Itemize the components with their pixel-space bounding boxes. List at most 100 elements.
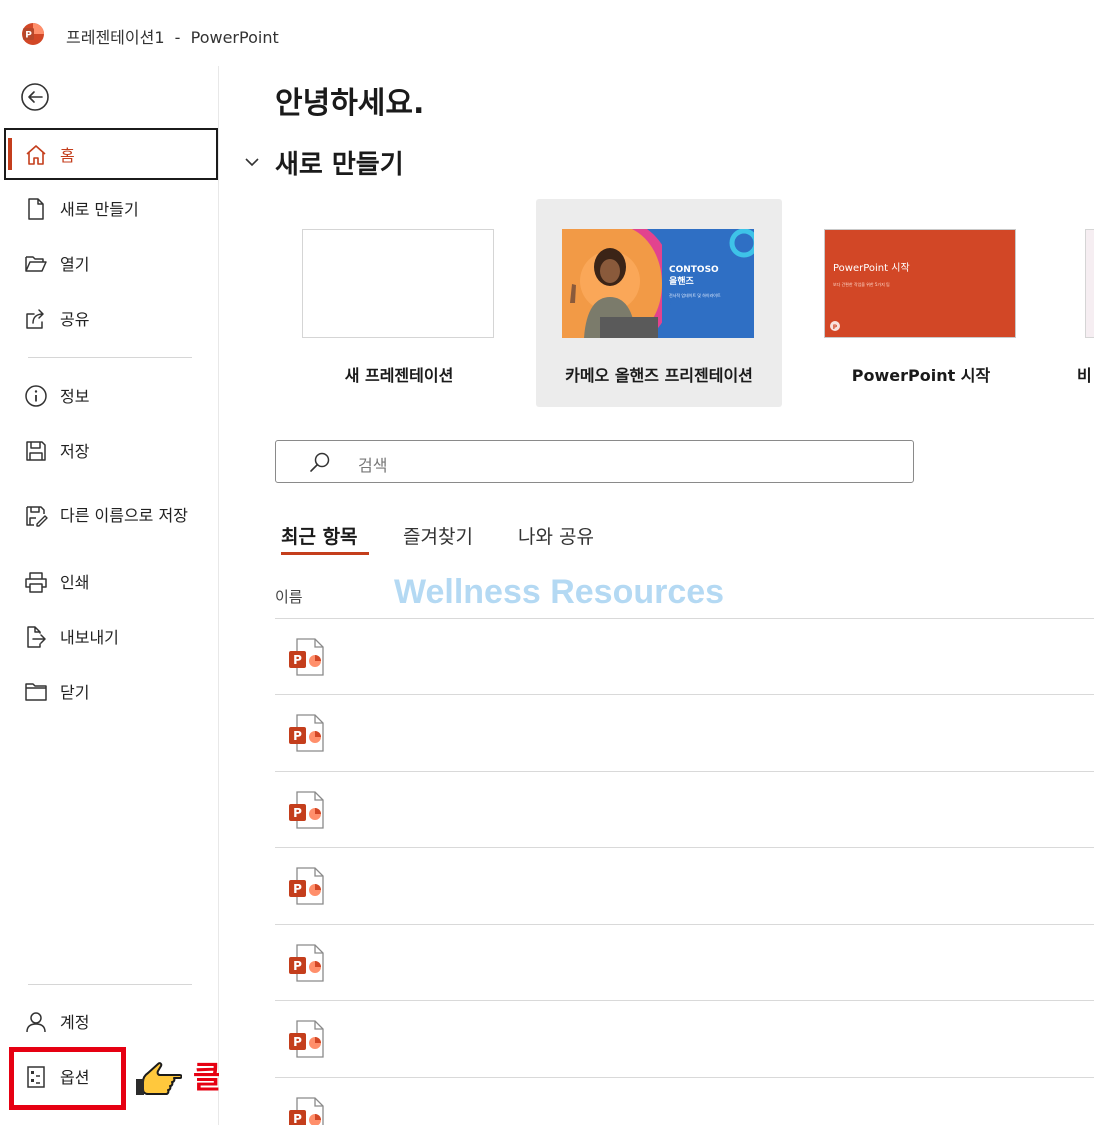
options-highlight-box bbox=[9, 1047, 126, 1110]
template-thumbnail: PowerPoint 시작 보다 간편한 작업을 위한 5가지 팁 P bbox=[824, 229, 1016, 338]
pptx-file-icon: P bbox=[289, 1097, 324, 1125]
thumb-subtitle: 전사적 업데이트 및 하이라이트 bbox=[669, 292, 721, 298]
table-row[interactable]: P bbox=[275, 618, 1094, 694]
tab-favorites[interactable]: 즐겨찾기 bbox=[403, 522, 473, 549]
template-caption: PowerPoint 시작 bbox=[851, 366, 991, 385]
info-icon bbox=[25, 385, 47, 407]
start-thumbnail-art: PowerPoint 시작 보다 간편한 작업을 위한 5가지 팁 P bbox=[830, 262, 910, 331]
column-header-name[interactable]: 이름 bbox=[275, 586, 303, 607]
sidebar-item-info[interactable]: 정보 bbox=[4, 369, 218, 421]
pptx-file-icon: P bbox=[289, 791, 324, 829]
pptx-file-icon: P bbox=[289, 944, 324, 982]
sidebar-item-share[interactable]: 공유 bbox=[4, 292, 218, 344]
table-row[interactable]: P bbox=[275, 1077, 1094, 1125]
search-placeholder: 검색 bbox=[358, 456, 388, 475]
sidebar-divider bbox=[28, 984, 192, 985]
page-title: 안녕하세요. bbox=[275, 86, 425, 121]
svg-text:P: P bbox=[293, 653, 302, 667]
home-icon bbox=[26, 145, 46, 165]
sidebar-item-account[interactable]: 계정 bbox=[4, 995, 218, 1047]
sidebar-item-label: 새로 만들기 bbox=[60, 200, 139, 219]
title-bar: P 프레젠테이션1 - PowerPoint bbox=[0, 0, 1094, 66]
svg-text:P: P bbox=[293, 1035, 302, 1049]
table-row[interactable]: P bbox=[275, 771, 1094, 847]
active-tab-underline bbox=[281, 552, 369, 555]
sidebar-item-label: 저장 bbox=[60, 442, 90, 461]
backstage-sidebar: 홈 새로 만들기 열기 공유 정보 저장 다른 이름으로 저장 인쇄 내보내기 … bbox=[0, 66, 219, 1125]
sidebar-item-new[interactable]: 새로 만들기 bbox=[4, 182, 218, 234]
watermark-text: Wellness Resources bbox=[394, 573, 725, 611]
table-row[interactable]: P bbox=[275, 694, 1094, 770]
save-icon bbox=[26, 441, 46, 461]
sidebar-item-save-as[interactable]: 다른 이름으로 저장 bbox=[4, 489, 218, 541]
svg-text:P: P bbox=[293, 882, 302, 896]
svg-text:P: P bbox=[293, 1112, 302, 1125]
sidebar-item-print[interactable]: 인쇄 bbox=[4, 555, 218, 607]
sidebar-item-label: 계정 bbox=[60, 1013, 90, 1032]
sidebar-item-label: 열기 bbox=[60, 255, 90, 274]
sidebar-item-label: 홈 bbox=[60, 146, 75, 165]
table-row[interactable]: P bbox=[275, 924, 1094, 1000]
template-caption: 새 프레젠테이션 bbox=[344, 366, 454, 385]
template-thumbnail bbox=[302, 229, 494, 338]
pptx-file-icon: P bbox=[289, 867, 324, 905]
contoso-thumbnail-art: CONTOSO 올핸즈 전사적 업데이트 및 하이라이트 bbox=[562, 229, 754, 338]
section-title-new: 새로 만들기 bbox=[275, 150, 404, 180]
svg-text:P: P bbox=[293, 959, 302, 973]
pptx-file-icon: P bbox=[289, 638, 324, 676]
back-arrow-icon[interactable] bbox=[20, 82, 50, 112]
close-folder-icon bbox=[25, 683, 47, 701]
new-file-icon bbox=[28, 198, 44, 220]
sidebar-item-label: 닫기 bbox=[60, 683, 90, 702]
person-icon bbox=[26, 1012, 46, 1033]
export-icon bbox=[27, 626, 46, 648]
search-icon bbox=[310, 452, 330, 472]
document-title: 프레젠테이션1 bbox=[66, 28, 165, 47]
svg-text:P: P bbox=[293, 729, 302, 743]
table-row[interactable]: P bbox=[275, 1000, 1094, 1076]
window-title: 프레젠테이션1 - PowerPoint bbox=[66, 24, 279, 48]
sidebar-item-close[interactable]: 닫기 bbox=[4, 665, 218, 717]
save-as-icon bbox=[26, 506, 48, 527]
template-contoso-allhands[interactable]: CONTOSO 올핸즈 전사적 업데이트 및 하이라이트 카메오 올핸즈 프리젠… bbox=[536, 199, 782, 407]
title-separator: - bbox=[164, 28, 191, 47]
pptx-file-icon: P bbox=[289, 1020, 324, 1058]
template-powerpoint-start[interactable]: PowerPoint 시작 보다 간편한 작업을 위한 5가지 팁 P Powe… bbox=[798, 199, 1044, 407]
sidebar-item-label: 공유 bbox=[60, 310, 90, 329]
pptx-file-icon: P bbox=[289, 714, 324, 752]
template-thumbnail bbox=[1085, 229, 1094, 338]
template-partial[interactable]: 비 bbox=[1075, 199, 1094, 407]
chevron-down-icon[interactable] bbox=[244, 154, 260, 170]
pointing-hand-icon bbox=[136, 1062, 182, 1095]
backstage-main: 안녕하세요. 새로 만들기 새 프레젠테이션 CONTOSO 올핸즈 전사적 업… bbox=[219, 66, 1094, 1125]
template-thumbnail: CONTOSO 올핸즈 전사적 업데이트 및 하이라이트 bbox=[562, 229, 754, 338]
thumb-subtitle: 보다 간편한 작업을 위한 5가지 팁 bbox=[833, 281, 890, 287]
app-name: PowerPoint bbox=[190, 28, 279, 47]
sidebar-item-home[interactable]: 홈 bbox=[4, 128, 218, 180]
sidebar-item-label: 정보 bbox=[60, 387, 90, 406]
svg-text:P: P bbox=[293, 806, 302, 820]
template-caption: 카메오 올핸즈 프리젠테이션 bbox=[565, 366, 753, 385]
template-caption: 비 bbox=[1077, 366, 1092, 385]
tab-recent[interactable]: 최근 항목 bbox=[281, 522, 358, 549]
sidebar-item-export[interactable]: 내보내기 bbox=[4, 610, 218, 662]
thumb-brand: CONTOSO bbox=[669, 265, 719, 275]
tab-shared-with-me[interactable]: 나와 공유 bbox=[518, 522, 594, 549]
svg-text:P: P bbox=[25, 31, 32, 41]
share-icon bbox=[26, 309, 44, 329]
printer-icon bbox=[25, 572, 47, 593]
sidebar-item-label: 인쇄 bbox=[60, 573, 90, 592]
sidebar-item-label: 다른 이름으로 저장 bbox=[60, 505, 188, 525]
sidebar-item-save[interactable]: 저장 bbox=[4, 424, 218, 476]
powerpoint-logo-icon: P bbox=[22, 23, 44, 45]
search-input[interactable]: 검색 bbox=[275, 440, 914, 483]
svg-text:P: P bbox=[833, 324, 838, 331]
template-blank[interactable]: 새 프레젠테이션 bbox=[276, 199, 522, 407]
thumb-title: 올핸즈 bbox=[669, 275, 695, 287]
thumb-title: PowerPoint 시작 bbox=[833, 262, 910, 274]
sidebar-item-label: 내보내기 bbox=[60, 628, 119, 647]
table-row[interactable]: P bbox=[275, 847, 1094, 923]
sidebar-item-open[interactable]: 열기 bbox=[4, 237, 218, 289]
sidebar-divider bbox=[28, 357, 192, 358]
open-folder-icon bbox=[25, 256, 47, 272]
